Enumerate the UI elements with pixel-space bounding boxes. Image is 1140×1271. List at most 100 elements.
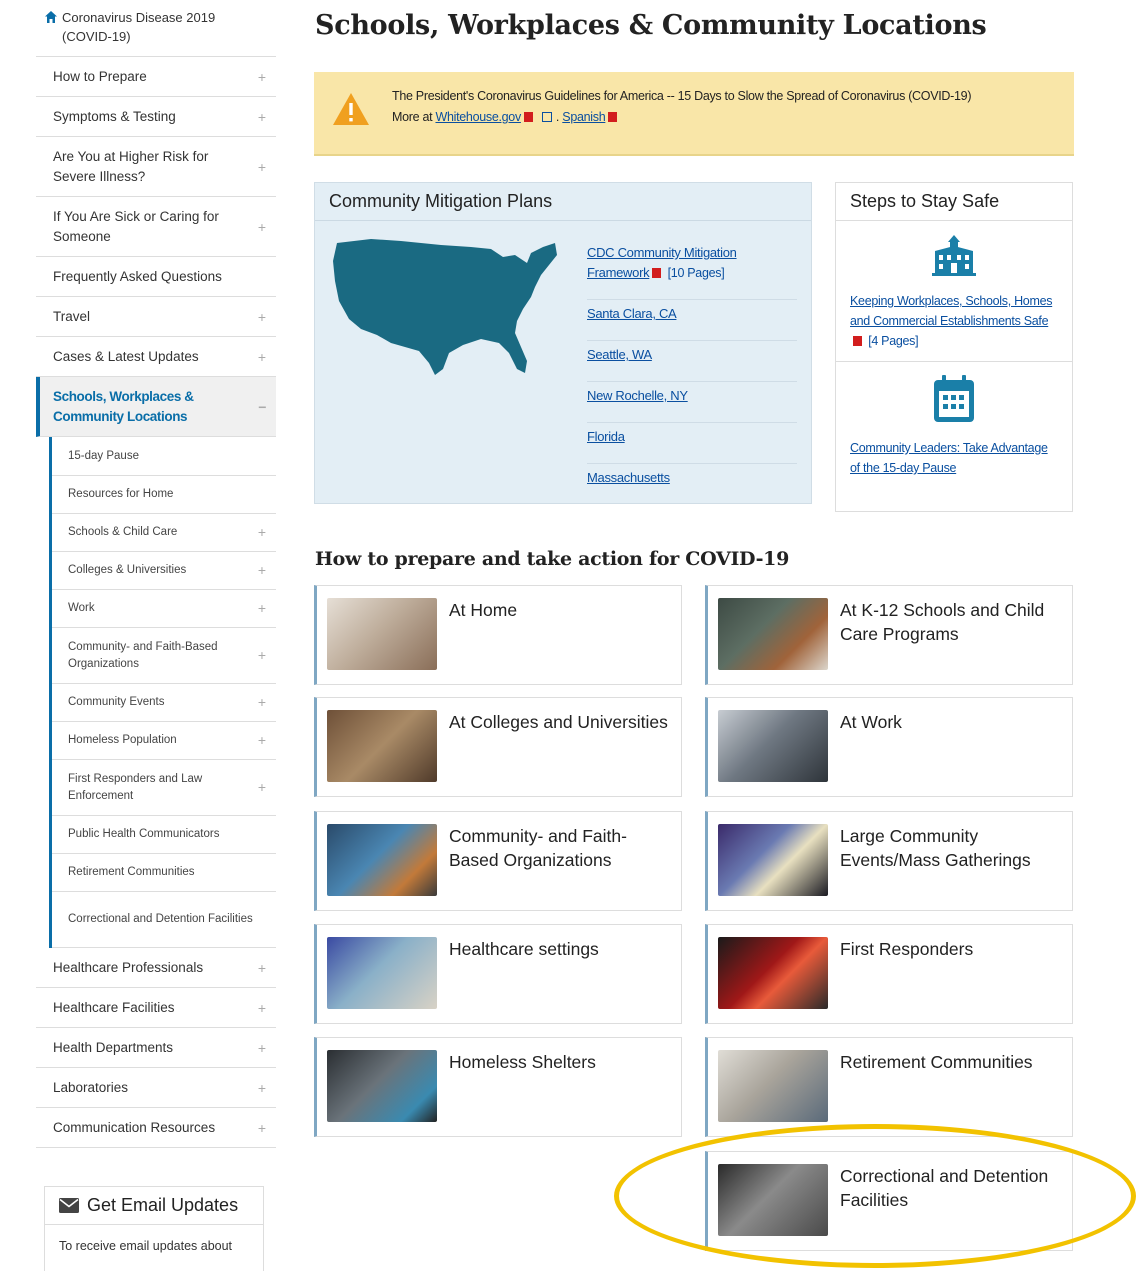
florida-link[interactable]: Florida — [587, 429, 625, 444]
sidebar-item-faq[interactable]: Frequently Asked Questions — [36, 257, 276, 297]
sidebar-home-link[interactable]: Coronavirus Disease 2019 (COVID-19) — [36, 0, 276, 57]
page-title: Schools, Workplaces & Community Location… — [315, 10, 987, 41]
sidebar-item-health-departments[interactable]: Health Departments + — [36, 1028, 276, 1068]
mitigation-links-list: CDC Community Mitigation Framework [10 P… — [587, 241, 797, 506]
card-large-events[interactable]: Large Community Events/Mass Gatherings — [705, 811, 1073, 911]
sidebar-item-laboratories[interactable]: Laboratories + — [36, 1068, 276, 1108]
sidebar-item-healthcare-facilities[interactable]: Healthcare Facilities + — [36, 988, 276, 1028]
sidebar-item-schools-workplaces-active[interactable]: Schools, Workplaces & Community Location… — [36, 377, 276, 437]
whitehouse-link[interactable]: Whitehouse.gov — [435, 110, 521, 124]
sidebar-subitem-schools-child-care[interactable]: Schools & Child Care + — [52, 514, 276, 552]
card-thumbnail-image — [718, 937, 828, 1009]
sidebar-subitem-community-faith[interactable]: Community- and Faith-Based Organizations… — [52, 628, 276, 684]
spanish-link[interactable]: Spanish — [562, 110, 605, 124]
card-at-home[interactable]: At Home — [314, 585, 682, 685]
sidebar-item-cases-updates[interactable]: Cases & Latest Updates + — [36, 337, 276, 377]
card-homeless-shelters[interactable]: Homeless Shelters — [314, 1037, 682, 1137]
card-retirement-communities[interactable]: Retirement Communities — [705, 1037, 1073, 1137]
sidebar-subitem-community-events[interactable]: Community Events + — [52, 684, 276, 722]
massachusetts-link[interactable]: Massachusetts — [587, 470, 670, 485]
expand-icon: + — [257, 308, 266, 325]
community-mitigation-panel: Community Mitigation Plans CDC Community… — [314, 182, 812, 504]
sidebar-item-how-to-prepare[interactable]: How to Prepare + — [36, 57, 276, 97]
expand-icon: + — [257, 1039, 266, 1056]
guidelines-alert: The President's Coronavirus Guidelines f… — [314, 72, 1074, 156]
external-link-icon — [541, 112, 552, 122]
steps-to-stay-safe-title: Steps to Stay Safe — [836, 183, 1072, 221]
expand-icon: + — [257, 732, 266, 748]
card-thumbnail-image — [327, 824, 437, 896]
expand-icon: + — [257, 562, 266, 578]
pdf-icon — [608, 112, 618, 122]
community-mitigation-title: Community Mitigation Plans — [315, 183, 811, 221]
calendar-icon — [934, 375, 974, 422]
sidebar-item-communication-resources[interactable]: Communication Resources + — [36, 1108, 276, 1148]
new-rochelle-link[interactable]: New Rochelle, NY — [587, 388, 688, 403]
sidebar-item-if-you-are-sick[interactable]: If You Are Sick or Caring for Someone + — [36, 197, 276, 257]
card-thumbnail-image — [327, 937, 437, 1009]
safe-icon-wrap — [850, 374, 1058, 424]
sidebar-item-label: If You Are Sick or Caring for Someone — [53, 208, 219, 244]
card-title: First Responders — [840, 939, 974, 959]
left-sidebar: Coronavirus Disease 2019 (COVID-19) How … — [36, 0, 276, 1148]
sidebar-item-travel[interactable]: Travel + — [36, 297, 276, 337]
sidebar-item-label: How to Prepare — [53, 68, 147, 84]
card-thumbnail-image — [718, 1050, 828, 1122]
us-map-icon — [333, 239, 557, 375]
alert-line-1: The President's Coronavirus Guidelines f… — [392, 89, 972, 103]
card-first-responders[interactable]: First Responders — [705, 924, 1073, 1024]
email-updates-header[interactable]: Get Email Updates — [45, 1187, 263, 1225]
safe-text-workplaces: Keeping Workplaces, Schools, Homes and C… — [850, 291, 1058, 351]
card-correctional-facilities[interactable]: Correctional and Detention Facilities — [705, 1151, 1073, 1251]
expand-icon: + — [257, 1079, 266, 1096]
sidebar-subitem-homeless[interactable]: Homeless Population + — [52, 722, 276, 760]
alert-text: The President's Coronavirus Guidelines f… — [392, 86, 971, 154]
expand-icon: + — [257, 218, 266, 235]
building-icon — [932, 235, 976, 276]
card-thumbnail-image — [718, 824, 828, 896]
sidebar-item-label: Retirement Communities — [68, 866, 195, 878]
sidebar-subitem-work[interactable]: Work + — [52, 590, 276, 628]
sidebar-home-label: Coronavirus Disease 2019 (COVID-19) — [62, 10, 216, 44]
card-at-work[interactable]: At Work — [705, 697, 1073, 797]
sidebar-subitem-15-day-pause[interactable]: 15-day Pause — [52, 437, 276, 476]
expand-icon: + — [257, 524, 266, 540]
expand-icon: + — [257, 600, 266, 616]
card-title: At Work — [840, 712, 902, 732]
sidebar-item-label: Community- and Faith-Based Organizations — [68, 640, 218, 670]
safe-block-workplaces: Keeping Workplaces, Schools, Homes and C… — [836, 221, 1072, 362]
card-k12-schools[interactable]: At K-12 Schools and Child Care Programs — [705, 585, 1073, 685]
safe-text-community-leaders: Community Leaders: Take Advantage of the… — [850, 438, 1058, 478]
alert-more-at: More at — [392, 110, 433, 124]
card-title: Homeless Shelters — [449, 1052, 596, 1072]
sidebar-item-label: Frequently Asked Questions — [53, 268, 222, 284]
card-colleges[interactable]: At Colleges and Universities — [314, 697, 682, 797]
seattle-link[interactable]: Seattle, WA — [587, 347, 652, 362]
collapse-icon: − — [258, 398, 266, 415]
santa-clara-link[interactable]: Santa Clara, CA — [587, 306, 677, 321]
sidebar-subitem-colleges[interactable]: Colleges & Universities + — [52, 552, 276, 590]
sidebar-item-higher-risk[interactable]: Are You at Higher Risk for Severe Illnes… — [36, 137, 276, 197]
sidebar-subitem-first-responders[interactable]: First Responders and Law Enforcement + — [52, 760, 276, 816]
email-updates-title: Get Email Updates — [87, 1195, 239, 1215]
sidebar-subitem-retirement[interactable]: Retirement Communities — [52, 854, 276, 892]
sidebar-item-healthcare-professionals[interactable]: Healthcare Professionals + — [36, 948, 276, 988]
sidebar-item-label: Healthcare Facilities — [53, 999, 175, 1015]
safe-icon-wrap — [850, 233, 1058, 277]
envelope-icon — [59, 1198, 79, 1213]
sidebar-subitem-resources-home[interactable]: Resources for Home — [52, 476, 276, 514]
sidebar-item-symptoms-testing[interactable]: Symptoms & Testing + — [36, 97, 276, 137]
sidebar-item-label: First Responders and Law Enforcement — [68, 772, 203, 802]
sidebar-item-label: Community Events — [68, 696, 165, 708]
keeping-workplaces-link[interactable]: Keeping Workplaces, Schools, Homes and C… — [850, 294, 1052, 328]
pdf-icon — [853, 336, 862, 346]
card-title: At Home — [449, 600, 518, 620]
sidebar-top-list: How to Prepare + Symptoms & Testing + Ar… — [36, 57, 276, 437]
card-healthcare-settings[interactable]: Healthcare settings — [314, 924, 682, 1024]
card-thumbnail-image — [327, 1050, 437, 1122]
sidebar-subitem-public-health-comm[interactable]: Public Health Communicators — [52, 816, 276, 854]
community-leaders-link[interactable]: Community Leaders: Take Advantage of the… — [850, 441, 1048, 475]
mitigation-link-item: Santa Clara, CA — [587, 302, 797, 341]
sidebar-subitem-correctional[interactable]: Correctional and Detention Facilities — [52, 892, 276, 948]
card-community-faith[interactable]: Community- and Faith-Based Organizations — [314, 811, 682, 911]
